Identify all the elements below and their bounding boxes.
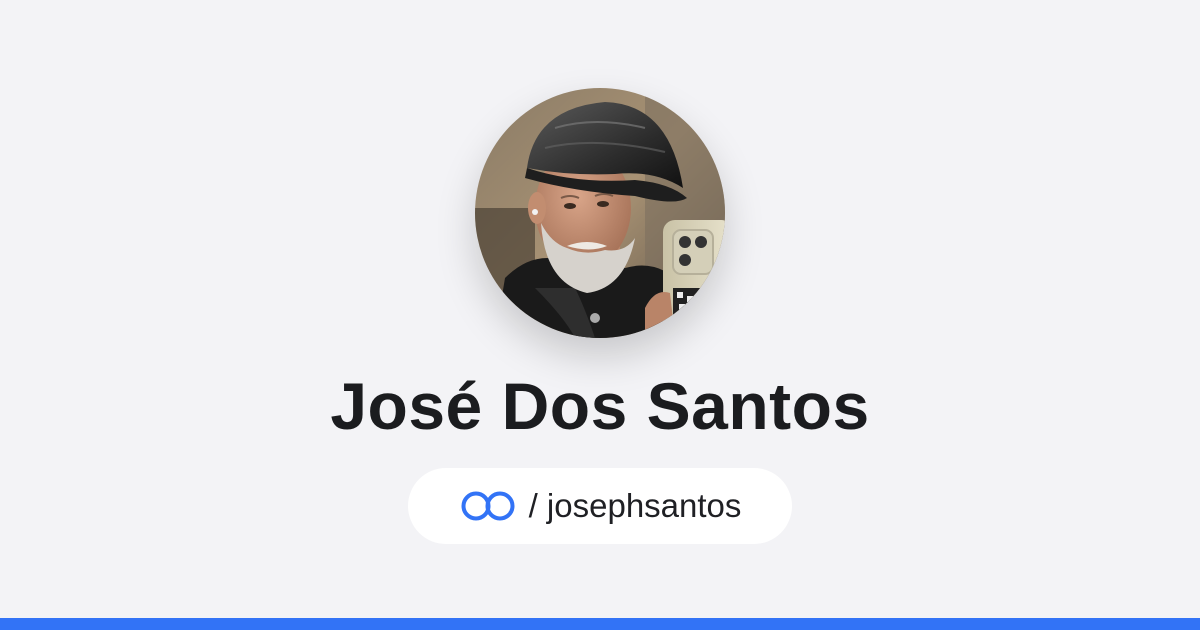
avatar [475,88,725,338]
profile-share-card: José Dos Santos / josephsantos [0,0,1200,618]
profile-handle-text: / josephsantos [528,487,742,524]
linked-rings-logo-icon [461,491,515,521]
brand-accent-bar [0,618,1200,630]
profile-photo [475,88,725,338]
profile-handle-link[interactable]: / josephsantos [408,468,792,544]
profile-name: José Dos Santos [330,369,870,443]
